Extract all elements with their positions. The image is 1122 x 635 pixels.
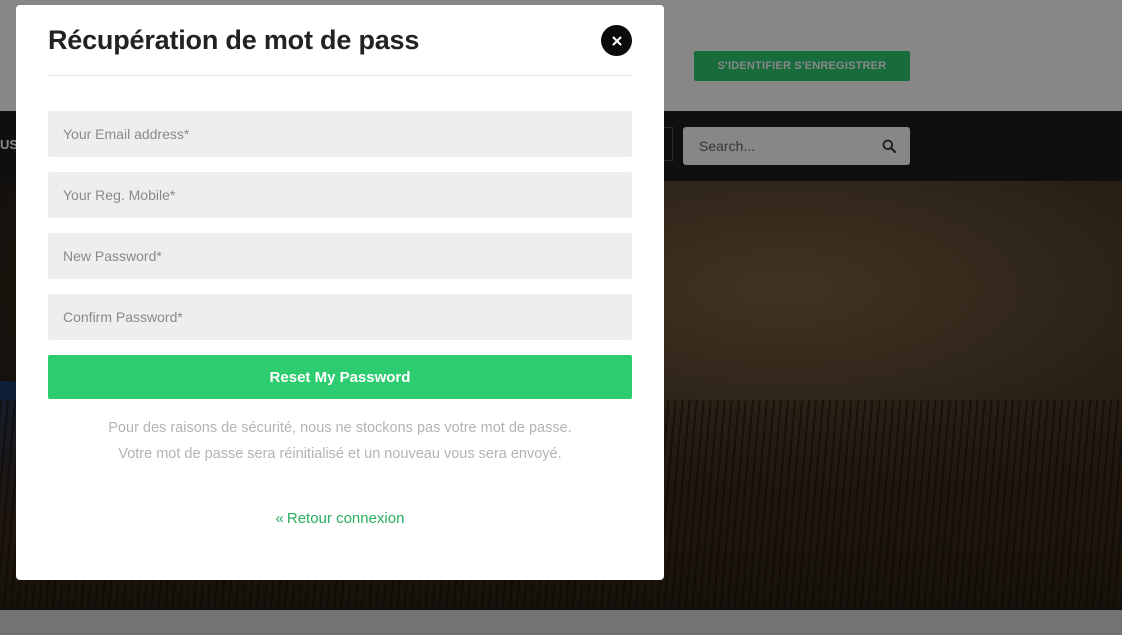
double-chevron-left-icon: «	[275, 510, 284, 527]
title-divider	[48, 75, 632, 76]
back-to-login-link[interactable]: «Retour connexion	[48, 510, 632, 527]
close-icon	[612, 36, 621, 45]
modal-title: Récupération de mot de pass	[48, 25, 420, 55]
mobile-field[interactable]	[48, 172, 632, 218]
back-link-label: Retour connexion	[286, 510, 405, 527]
reset-password-button[interactable]: Reset My Password	[48, 355, 632, 399]
new-password-field[interactable]	[48, 233, 632, 279]
email-field[interactable]	[48, 111, 632, 157]
security-note: Pour des raisons de sécurité, nous ne st…	[108, 420, 572, 462]
confirm-password-field[interactable]	[48, 294, 632, 340]
password-recovery-modal: Récupération de mot de pass Reset My Pas…	[16, 5, 664, 580]
close-button[interactable]	[601, 25, 632, 56]
